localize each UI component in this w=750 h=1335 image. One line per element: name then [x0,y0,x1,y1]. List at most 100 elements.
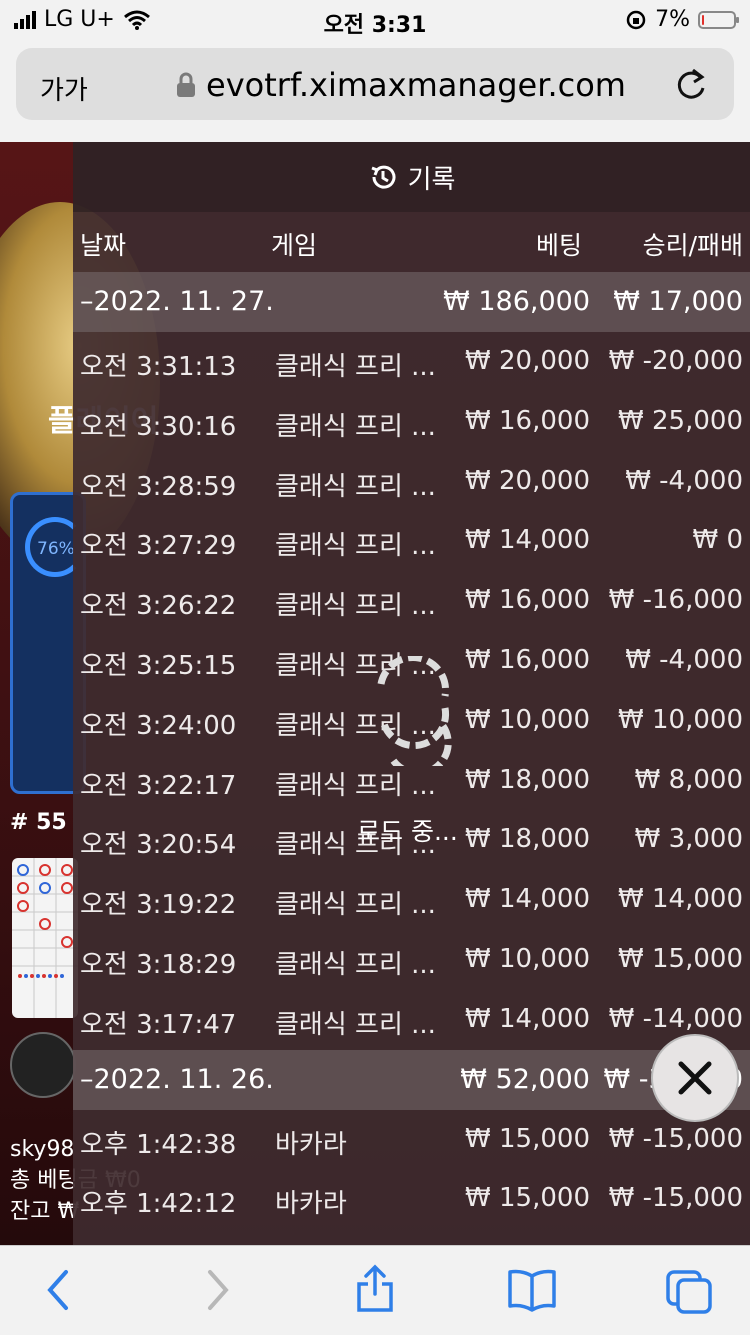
browser-address-area: 가가 evotrf.ximaxmanager.com [0,40,750,142]
group-result-total: ₩ 17,000 [613,286,743,317]
row-bet: ₩ 10,000 [465,943,590,974]
chip-stack-button[interactable] [10,1032,76,1098]
history-title: 기록 [407,164,456,195]
history-row[interactable]: 오후 1:42:38 바카라 ₩ 15,000 ₩ -15,000 [73,1110,750,1170]
column-bet: 베팅 [535,231,582,260]
row-game: 클래식 프리 ... [275,352,436,382]
column-headers: 날짜 게임 베팅 승리/패배 [73,212,750,272]
row-bet: ₩ 10,000 [465,704,590,735]
row-result: ₩ 15,000 [618,943,743,974]
row-result: ₩ 8,000 [634,764,743,795]
back-icon[interactable] [44,1268,72,1312]
text-size-button[interactable]: 가가 [40,70,88,107]
row-time: 오전 3:19:22 [80,890,237,921]
group-bet-total: ₩ 52,000 [460,1063,590,1095]
row-result: ₩ -16,000 [608,585,743,616]
row-time: 오전 3:22:17 [80,770,237,801]
row-result: ₩ 25,000 [618,405,743,436]
orientation-lock-icon [626,10,646,29]
row-game: 클래식 프리 ... [275,770,436,801]
row-bet: ₩ 18,000 [465,764,590,795]
status-bar: LG U+ 오전 3:31 7% [0,0,750,40]
row-result: ₩ -14,000 [608,1003,743,1034]
row-time: 오전 3:28:59 [80,471,237,502]
row-time: 오전 3:20:54 [80,830,237,861]
battery-icon [698,10,739,29]
row-bet: ₩ 16,000 [465,405,590,436]
history-row[interactable]: 오전 3:27:29 클래식 프리 ... ₩ 14,000 ₩ 0 [73,511,750,571]
history-header: 기록 [73,142,750,212]
group-date: –2022. 11. 27. [80,286,274,317]
row-game: 바카라 [275,1189,347,1220]
reload-icon[interactable] [674,66,708,102]
history-icon [371,165,396,189]
share-icon[interactable] [354,1264,396,1314]
history-row[interactable]: 오전 3:19:22 클래식 프리 ... ₩ 14,000 ₩ 14,000 [73,870,750,930]
tabs-icon[interactable] [664,1268,716,1316]
row-game: 클래식 프리 ... [275,949,436,980]
row-time: 오전 3:27:29 [80,531,237,562]
history-row[interactable]: 오전 3:17:47 클래식 프리 ... ₩ 14,000 ₩ -14,000 [73,990,750,1050]
date-group-row[interactable]: –2022. 11. 26.₩ 52,000₩ -30,000 [73,1049,750,1110]
row-result: ₩ -4,000 [625,644,743,675]
row-bet: ₩ 14,000 [465,884,590,915]
row-bet: ₩ 14,000 [465,525,590,556]
row-game: 클래식 프리 ... [275,471,436,502]
lock-icon [177,72,195,97]
row-result: ₩ -15,000 [608,1123,743,1154]
row-game: 클래식 프리 ... [275,531,436,562]
history-row[interactable]: 오후 1:42:12 바카라 ₩ 15,000 ₩ -15,000 [73,1169,750,1229]
row-result: ₩ -4,000 [625,465,743,496]
row-time: 오전 3:26:22 [80,591,237,622]
battery-percent: 7% [655,7,690,32]
row-bet: ₩ 16,000 [465,585,590,616]
row-bet: ₩ 15,000 [465,1183,590,1214]
row-bet: ₩ 14,000 [465,1003,590,1034]
row-time: 오전 3:25:15 [80,650,237,681]
row-game: 클래식 프리 ... [275,591,436,622]
row-result: ₩ -20,000 [608,346,743,376]
row-game: 바카라 [275,1129,347,1160]
row-time: 오후 1:42:12 [80,1189,237,1220]
column-game: 게임 [271,231,318,260]
bead-road-board [12,858,78,1018]
row-game: 클래식 프리 ... [275,1009,436,1040]
bookmarks-icon[interactable] [506,1268,558,1312]
row-time: 오전 3:17:47 [80,1009,237,1040]
row-time: 오전 3:18:29 [80,949,237,980]
history-row[interactable]: 오전 3:18:29 클래식 프리 ... ₩ 10,000 ₩ 15,000 [73,930,750,990]
progress-percent: 76% [37,539,75,559]
close-icon [678,1061,712,1095]
row-bet: ₩ 16,000 [465,644,590,675]
row-time: 오전 3:30:16 [80,411,237,442]
loading-text: 로드 중... [357,817,458,846]
close-button[interactable] [651,1034,739,1122]
group-bet-total: ₩ 186,000 [443,286,590,317]
history-row[interactable]: 오전 3:30:16 클래식 프리 ... ₩ 16,000 ₩ 25,000 [73,392,750,452]
row-time: 오후 1:42:38 [80,1129,237,1160]
road-grid [12,858,78,1018]
address-bar[interactable]: 가가 evotrf.ximaxmanager.com [16,48,734,120]
row-bet: ₩ 20,000 [465,346,590,376]
url-text[interactable]: evotrf.ximaxmanager.com [206,66,626,104]
column-result: 승리/패배 [642,231,743,260]
row-game: 클래식 프리 ... [275,411,436,442]
round-number: # 55 [10,810,67,835]
browser-toolbar [0,1245,750,1335]
row-result: ₩ 0 [692,525,743,556]
date-group-row[interactable]: –2022. 11. 27. ₩ 186,000 ₩ 17,000 [73,272,750,332]
forward-icon[interactable] [204,1268,232,1312]
row-bet: ₩ 20,000 [465,465,590,496]
column-date: 날짜 [80,231,127,260]
history-row[interactable]: 오전 3:31:13 클래식 프리 ... ₩ 20,000 ₩ -20,000 [73,332,750,392]
row-result: ₩ 14,000 [618,884,743,915]
row-time: 오전 3:24:00 [80,710,237,741]
row-result: ₩ 10,000 [618,704,743,735]
loading-spinner-icon [377,656,452,766]
group-date: –2022. 11. 26. [80,1063,274,1095]
row-bet: ₩ 15,000 [465,1123,590,1154]
history-row[interactable]: 오전 3:26:22 클래식 프리 ... ₩ 16,000 ₩ -16,000 [73,571,750,631]
row-game: 클래식 프리 ... [275,890,436,921]
row-time: 오전 3:31:13 [80,352,237,382]
history-row[interactable]: 오전 3:28:59 클래식 프리 ... ₩ 20,000 ₩ -4,000 [73,452,750,512]
